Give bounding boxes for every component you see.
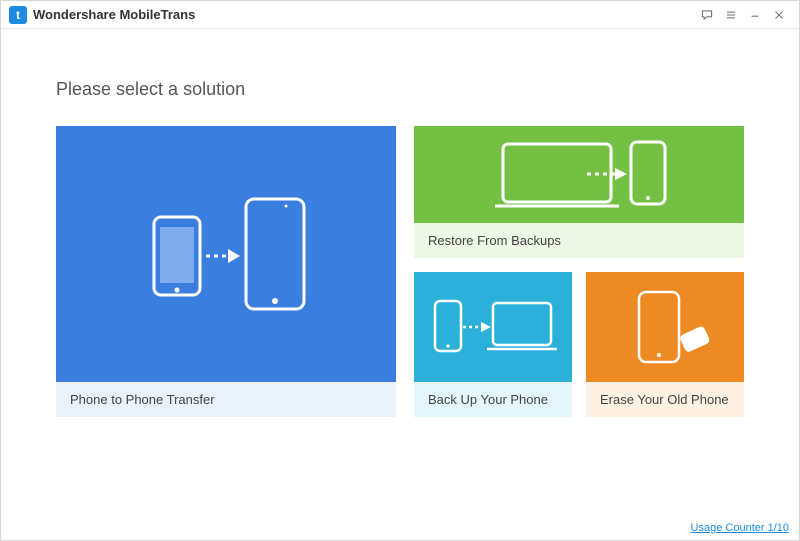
usage-counter-link[interactable]: Usage Counter 1/10 [691,522,789,534]
app-window: t Wondershare MobileTrans Please select … [0,0,800,541]
app-logo-icon: t [9,6,27,24]
solution-grid: Phone to Phone Transfer [56,126,744,417]
feedback-icon[interactable] [695,3,719,27]
app-title: Wondershare MobileTrans [33,7,195,22]
content-area: Please select a solution [1,29,799,540]
titlebar: t Wondershare MobileTrans [1,1,799,29]
phone-to-laptop-icon [414,272,572,382]
card-phone-to-phone-transfer[interactable]: Phone to Phone Transfer [56,126,396,417]
phone-to-phone-icon [56,126,396,382]
card-restore-from-backups[interactable]: Restore From Backups [414,126,744,258]
bottom-row: Back Up Your Phone [414,272,744,417]
card-label: Phone to Phone Transfer [56,382,396,417]
card-label: Erase Your Old Phone [586,382,744,417]
card-label: Restore From Backups [414,223,744,258]
menu-icon[interactable] [719,3,743,27]
card-label: Back Up Your Phone [414,382,572,417]
erase-phone-icon [586,272,744,382]
card-erase-your-old-phone[interactable]: Erase Your Old Phone [586,272,744,417]
card-back-up-your-phone[interactable]: Back Up Your Phone [414,272,572,417]
close-button[interactable] [767,3,791,27]
page-heading: Please select a solution [56,79,744,100]
minimize-button[interactable] [743,3,767,27]
laptop-to-phone-icon [414,126,744,223]
